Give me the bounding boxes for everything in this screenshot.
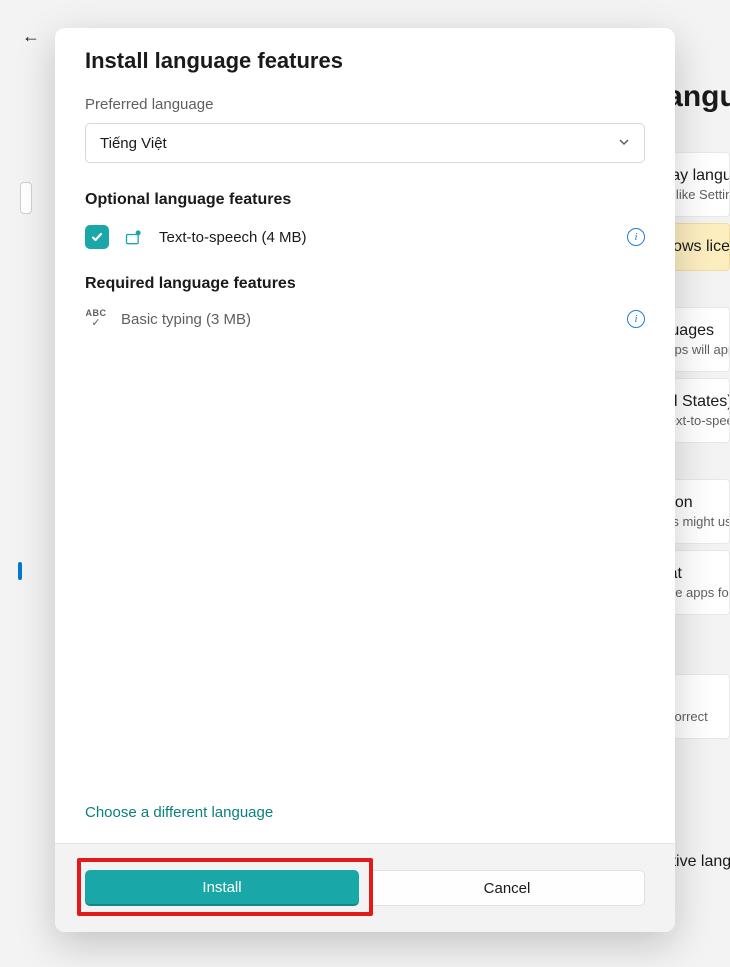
modal-title: Install language features [85,48,645,74]
tts-feature-row: Text-to-speech (4 MB) i [85,225,645,249]
basic-typing-info-icon[interactable]: i [627,310,645,328]
tts-label: Text-to-speech (4 MB) [159,229,613,246]
tts-checkbox[interactable] [85,225,109,249]
cancel-button[interactable]: Cancel [369,870,645,906]
tts-icon [123,227,145,247]
install-button[interactable]: Install [85,870,359,906]
tts-info-icon[interactable]: i [627,228,645,246]
language-dropdown[interactable]: Tiếng Việt [85,123,645,163]
modal-overlay: Install language features Preferred lang… [0,0,730,967]
chevron-down-icon [618,135,630,152]
check-icon [90,230,104,244]
basic-typing-icon: ABC ✓ [85,309,107,329]
basic-typing-row: ABC ✓ Basic typing (3 MB) i [85,309,645,329]
choose-different-language-link[interactable]: Choose a different language [85,804,645,821]
optional-heading: Optional language features [85,191,645,209]
language-dropdown-value: Tiếng Việt [100,135,167,152]
modal-footer: Install Cancel [55,843,675,932]
preferred-language-label: Preferred language [85,96,645,113]
modal-body: Install language features Preferred lang… [55,28,675,843]
basic-typing-label: Basic typing (3 MB) [121,311,613,328]
required-heading: Required language features [85,275,645,293]
install-language-modal: Install language features Preferred lang… [55,28,675,932]
